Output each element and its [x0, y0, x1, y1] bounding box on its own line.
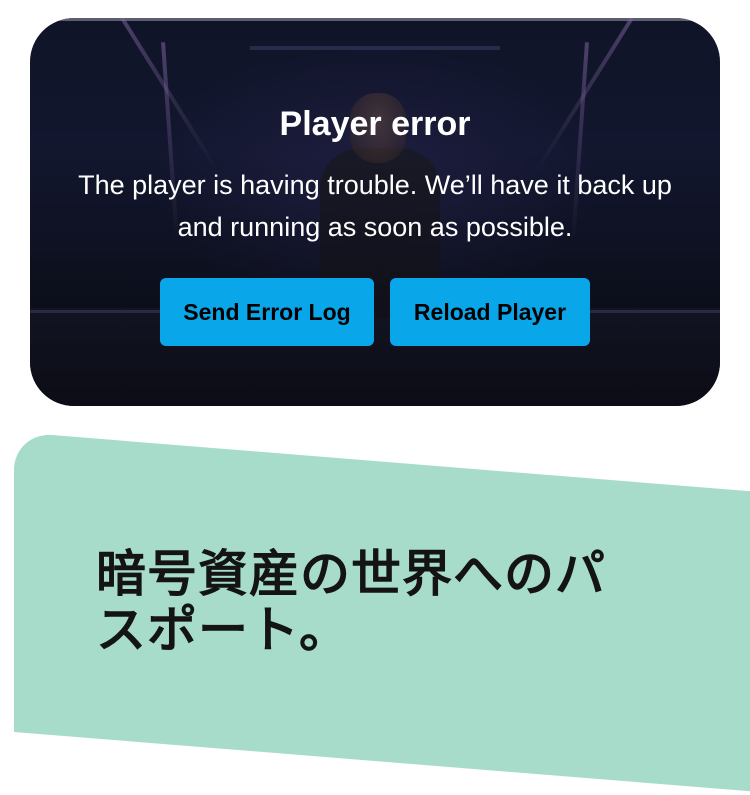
reload-player-button[interactable]: Reload Player	[390, 278, 590, 346]
video-player: Player error The player is having troubl…	[30, 18, 720, 406]
promo-heading: 暗号資産の世界へのパスポート。	[96, 545, 606, 659]
error-message: The player is having trouble. We’ll have…	[78, 170, 672, 242]
send-error-log-button[interactable]: Send Error Log	[160, 278, 374, 346]
error-title: Player error	[279, 105, 471, 143]
